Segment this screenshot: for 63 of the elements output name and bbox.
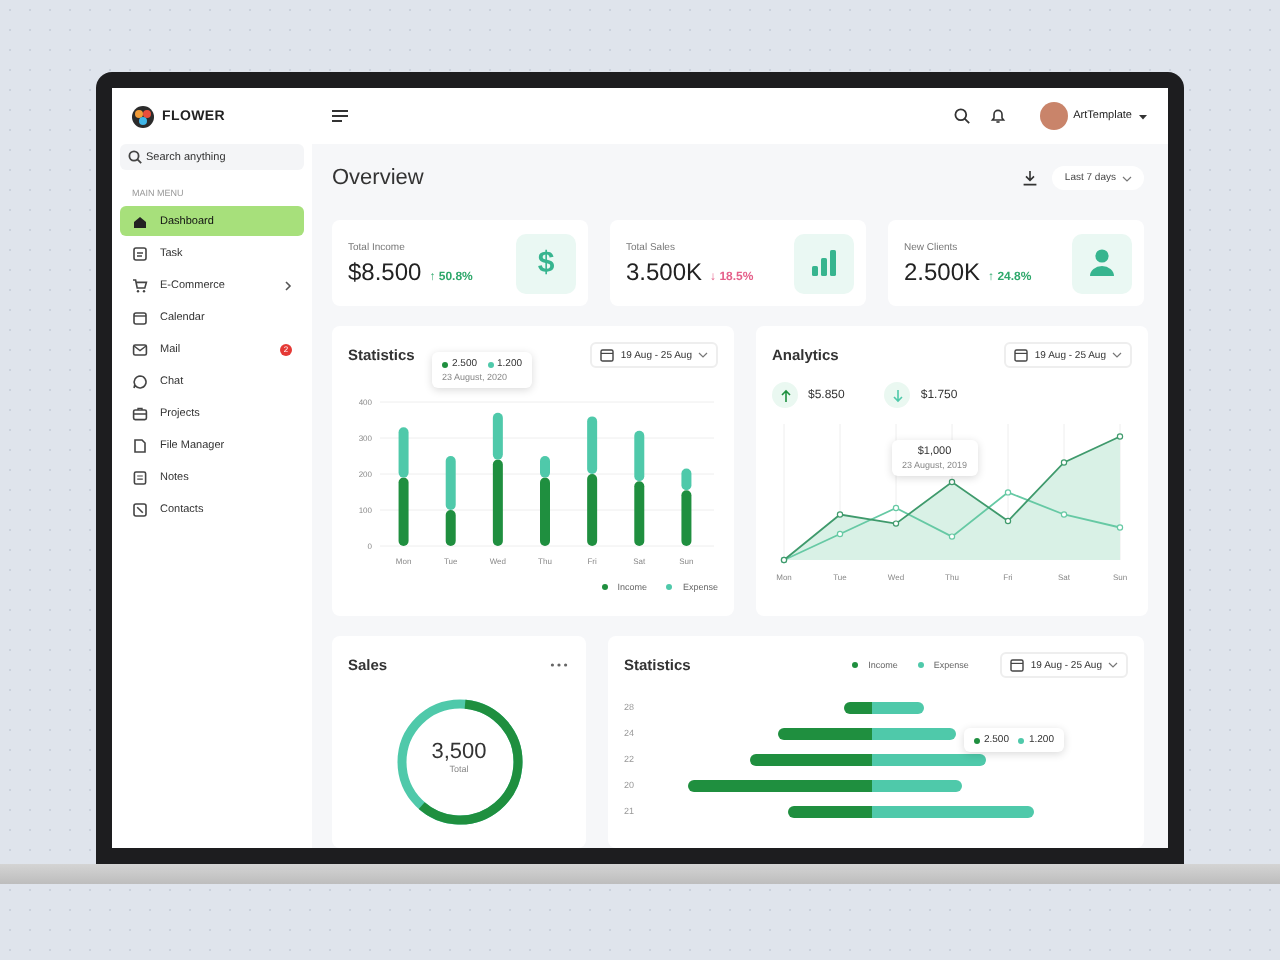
stat-value: $8.500 — [348, 257, 422, 285]
flower-logo-icon — [132, 105, 154, 127]
calendar-icon — [132, 309, 148, 326]
cart-icon — [132, 277, 148, 294]
caret-icon — [1112, 352, 1122, 358]
search-icon — [953, 108, 970, 124]
more-button[interactable] — [548, 660, 570, 670]
income-bar — [445, 510, 456, 546]
income-bar — [750, 753, 872, 765]
stat-value: 2.500K — [904, 257, 981, 285]
more-icon — [550, 662, 568, 668]
expense-bar — [634, 430, 645, 482]
page-title: Overview — [332, 166, 426, 190]
expense-bar — [872, 753, 986, 765]
caret-icon — [698, 352, 708, 358]
caret-icon — [1122, 175, 1132, 181]
home-icon — [132, 213, 148, 229]
arrow-down-icon — [889, 387, 906, 403]
notification-button[interactable] — [987, 106, 1008, 126]
menu-icon — [332, 110, 348, 122]
dollar-sign: $ — [537, 248, 555, 278]
caret-icon — [1138, 113, 1148, 119]
calendar-icon — [1014, 348, 1029, 362]
donut-total: 3,500 — [429, 740, 489, 764]
expense-bar — [872, 701, 924, 713]
expense-bar — [398, 427, 409, 478]
income-bar — [844, 701, 872, 713]
expense-bar — [492, 412, 503, 460]
chat-icon — [132, 373, 148, 390]
stat-value: 3.500K — [626, 257, 703, 285]
expense-bar — [681, 468, 692, 491]
income-bar — [788, 805, 872, 817]
income-bar — [681, 490, 692, 546]
calendar-icon — [600, 348, 615, 362]
income-bar — [398, 477, 409, 546]
expense-bar — [587, 416, 598, 474]
download-button[interactable] — [1020, 168, 1041, 188]
caret-icon — [1108, 662, 1118, 668]
expense-bar — [540, 456, 550, 478]
file-icon — [132, 438, 148, 455]
briefcase-icon — [132, 406, 148, 423]
notes-icon — [132, 470, 148, 487]
bar-chart-icon — [810, 248, 838, 278]
search-icon — [128, 150, 142, 164]
download-icon — [1022, 170, 1039, 186]
user-icon — [1088, 248, 1116, 278]
calendar-icon — [1010, 658, 1025, 672]
contacts-icon — [132, 502, 148, 519]
expense-bar — [445, 456, 456, 510]
arrow-up-icon — [777, 387, 793, 403]
expense-bar — [872, 727, 956, 739]
income-bar — [492, 459, 503, 546]
income-bar — [540, 477, 550, 546]
income-bar — [778, 727, 872, 739]
task-icon — [132, 245, 148, 262]
mail-icon — [132, 341, 148, 358]
expense-bar — [872, 779, 962, 791]
income-bar — [587, 474, 598, 546]
bell-icon — [989, 108, 1006, 124]
income-bar — [634, 481, 645, 546]
avatar — [1039, 102, 1068, 130]
donut-chart — [393, 696, 525, 828]
search-button[interactable] — [951, 106, 972, 126]
